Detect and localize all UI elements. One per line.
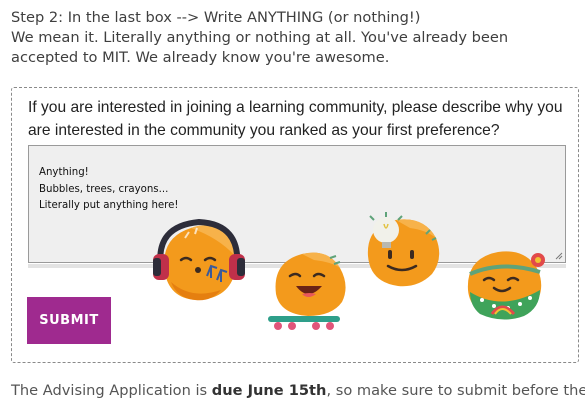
- deadline-suffix: , so make sure to submit before then!: [326, 382, 585, 399]
- question-label: If you are interested in joining a learn…: [28, 99, 563, 139]
- deadline-date: due June 15th: [211, 382, 327, 399]
- answer-line: Literally put anything here!: [39, 200, 179, 211]
- lightbulb-blob-icon: [367, 212, 440, 287]
- resize-grip-icon[interactable]: [555, 252, 563, 260]
- deadline-notice: The Advising Application is due June 15t…: [11, 381, 585, 401]
- skateboard-blob-icon: [268, 252, 346, 330]
- step-description: We mean it. Literally anything or nothin…: [11, 29, 509, 66]
- deadline-prefix: The Advising Application is: [11, 382, 212, 399]
- instructions: Step 2: In the last box --> Write ANYTHI…: [11, 8, 579, 68]
- answer-line: Anything!: [39, 167, 89, 178]
- answer-line: Bubbles, trees, crayons...: [39, 183, 169, 195]
- headphones-blob-icon: [153, 218, 245, 301]
- flower-crown-blob-icon: [467, 251, 545, 320]
- question-card: If you are interested in joining a learn…: [11, 87, 579, 363]
- step-heading: Step 2: In the last box --> Write ANYTHI…: [11, 9, 421, 26]
- submit-button[interactable]: SUBMIT: [27, 297, 111, 344]
